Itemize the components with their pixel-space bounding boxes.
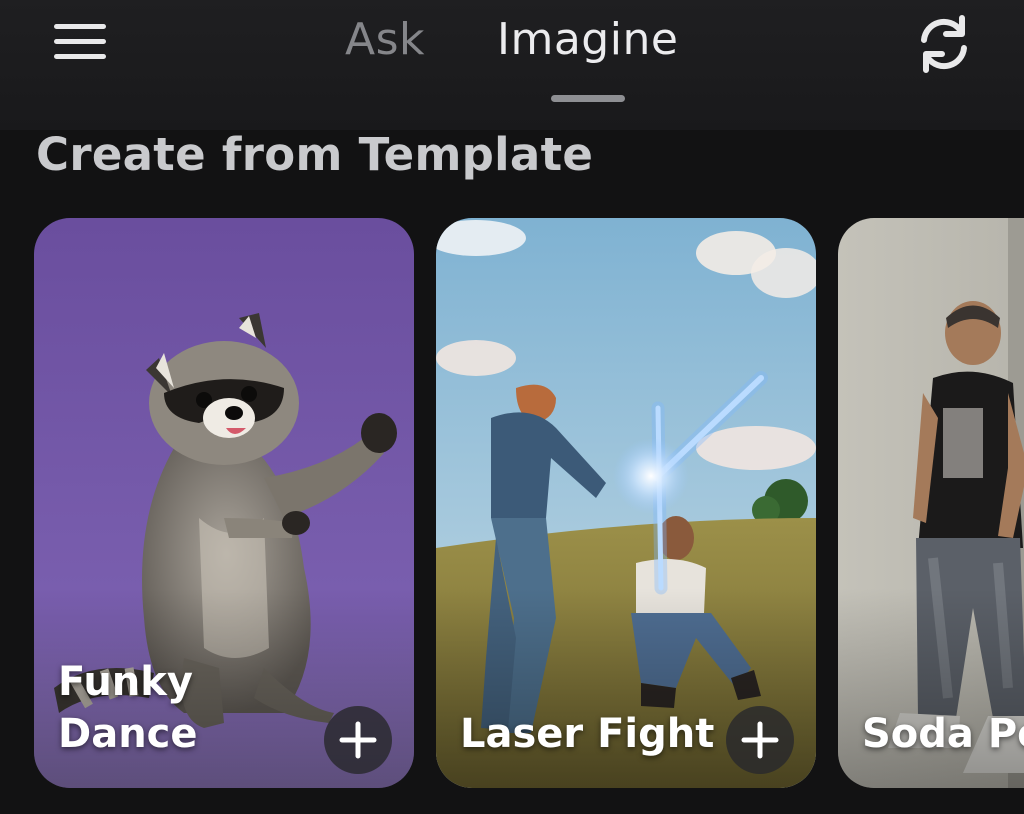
add-template-button[interactable] <box>324 706 392 774</box>
menu-button[interactable] <box>50 22 110 62</box>
template-card-soda-pop[interactable]: Soda Po <box>838 218 1024 788</box>
refresh-button[interactable] <box>912 14 976 74</box>
template-card-laser-fight[interactable]: Laser Fight <box>436 218 816 788</box>
refresh-icon <box>921 15 967 73</box>
template-carousel[interactable]: Funky Dance Laser Fight Soda P <box>0 218 1024 790</box>
template-label: Funky Dance <box>58 659 198 757</box>
tab-imagine[interactable]: Imagine <box>497 14 678 65</box>
tab-ask[interactable]: Ask <box>345 14 425 65</box>
top-app-bar: Ask Imagine <box>0 0 1024 130</box>
plus-icon <box>741 721 779 759</box>
active-tab-indicator <box>551 95 625 102</box>
template-card-funky-dance[interactable]: Funky Dance <box>34 218 414 788</box>
template-label: Laser Fight <box>460 711 715 757</box>
section-title: Create from Template <box>36 128 594 181</box>
add-template-button[interactable] <box>726 706 794 774</box>
template-label: Soda Po <box>862 711 1024 757</box>
plus-icon <box>339 721 377 759</box>
